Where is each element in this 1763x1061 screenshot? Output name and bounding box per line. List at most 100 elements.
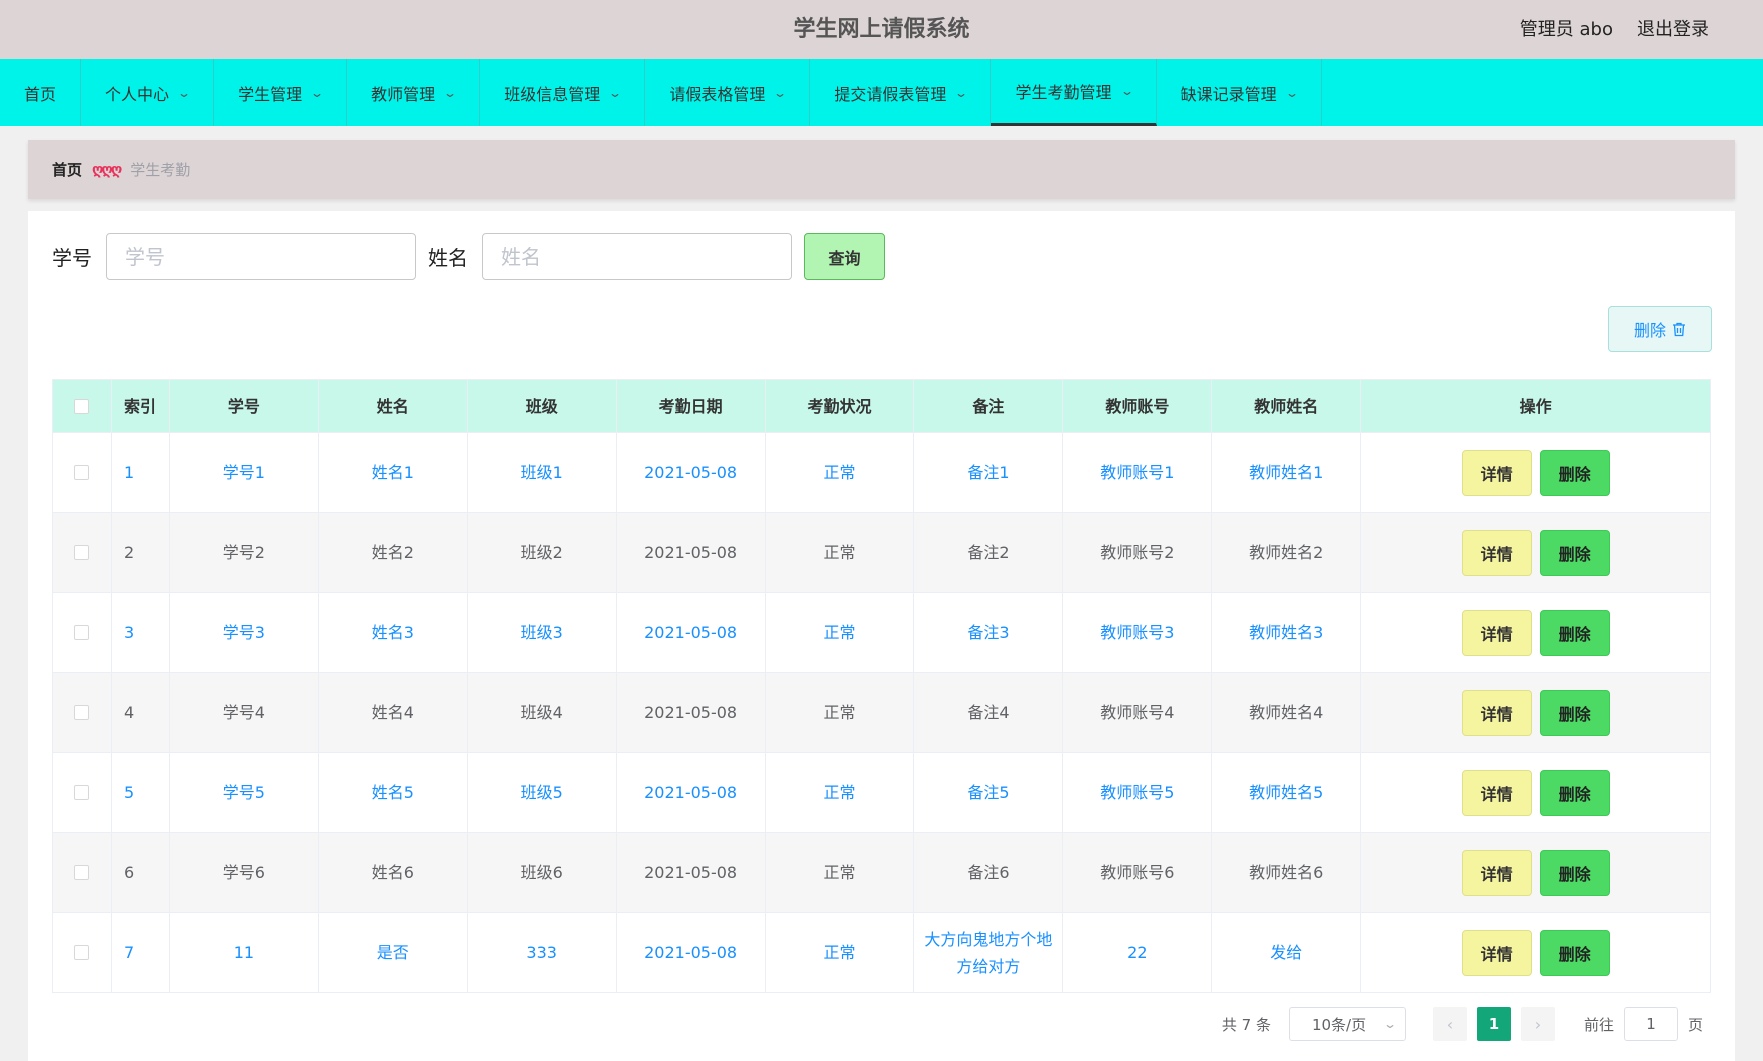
cell-date: 2021-05-08 xyxy=(617,593,766,672)
prev-page-button[interactable]: ‹ xyxy=(1432,1007,1467,1041)
column-header: 索引 xyxy=(112,380,170,432)
row-checkbox[interactable] xyxy=(74,545,90,560)
cell-teacher-account: 教师账号5 xyxy=(1063,753,1213,832)
cell-teacher-account: 22 xyxy=(1063,913,1213,992)
cell-student-no: 学号6 xyxy=(170,833,319,912)
cell-status: 正常 xyxy=(766,753,915,832)
logout-link[interactable]: 退出登录 xyxy=(1637,0,1709,59)
row-delete-button[interactable]: 删除 xyxy=(1539,849,1610,896)
row-actions: 详情 删除 xyxy=(1361,593,1710,672)
row-checkbox[interactable] xyxy=(74,625,90,640)
table-row: 7 11 是否 333 2021-05-08 正常 大方向鬼地方个地方给对方 22 发给 详情 删除 xyxy=(53,912,1710,992)
bulk-delete-button[interactable]: 删除 xyxy=(1608,306,1712,352)
cell-date: 2021-05-08 xyxy=(617,833,766,912)
row-checkbox[interactable] xyxy=(74,865,90,880)
page-number-current[interactable]: 1 xyxy=(1476,1007,1511,1041)
detail-button[interactable]: 详情 xyxy=(1461,609,1532,656)
search-form: 学号 姓名 查询 xyxy=(52,233,885,280)
nav-item-label: 教师管理 xyxy=(371,84,436,104)
breadcrumb-separator: ღღღ xyxy=(92,161,122,178)
cell-teacher-account: 教师账号1 xyxy=(1063,433,1213,512)
table-row: 6 学号6 姓名6 班级6 2021-05-08 正常 备注6 教师账号6 教师姓名6 详情 删除 xyxy=(53,832,1710,912)
detail-button[interactable]: 详情 xyxy=(1461,849,1532,896)
cell-student-no: 学号1 xyxy=(170,433,319,512)
table-body: 1 学号1 姓名1 班级1 2021-05-08 正常 备注1 教师账号1 教师姓名1 详情 删除 2… xyxy=(53,432,1710,992)
top-header: 学生网上请假系统 管理员 abo 退出登录 xyxy=(0,0,1763,59)
nav-item-label: 学生管理 xyxy=(238,84,303,104)
cell-index: 5 xyxy=(112,753,170,832)
row-checkbox[interactable] xyxy=(74,945,90,960)
cell-status: 正常 xyxy=(766,913,915,992)
cell-date: 2021-05-08 xyxy=(617,513,766,592)
row-select-cell xyxy=(53,593,112,672)
row-actions: 详情 删除 xyxy=(1361,513,1710,592)
page-size-select[interactable]: 10条/页 ⌄ xyxy=(1288,1007,1406,1041)
row-delete-button[interactable]: 删除 xyxy=(1539,609,1610,656)
chevron-left-icon: ‹ xyxy=(1446,1014,1454,1034)
row-checkbox[interactable] xyxy=(74,465,90,480)
chevron-down-icon: ⌄ xyxy=(310,85,325,100)
row-select-cell xyxy=(53,673,112,752)
nav-item-4[interactable]: 班级信息管理 ⌄ xyxy=(480,59,646,126)
row-delete-button[interactable]: 删除 xyxy=(1539,929,1610,976)
next-page-button[interactable]: › xyxy=(1520,1007,1555,1041)
cell-note: 备注6 xyxy=(914,833,1064,912)
select-all-cell xyxy=(53,380,112,432)
detail-button[interactable]: 详情 xyxy=(1461,529,1532,576)
nav-item-7[interactable]: 学生考勤管理 ⌄ xyxy=(991,59,1157,126)
table-row: 5 学号5 姓名5 班级5 2021-05-08 正常 备注5 教师账号5 教师姓名5 详情 删除 xyxy=(53,752,1710,832)
cell-class: 班级2 xyxy=(468,513,617,592)
column-header: 班级 xyxy=(468,380,617,432)
nav-item-2[interactable]: 学生管理 ⌄ xyxy=(214,59,348,126)
cell-teacher-name: 教师姓名2 xyxy=(1212,513,1362,592)
detail-button[interactable]: 详情 xyxy=(1461,769,1532,816)
row-checkbox[interactable] xyxy=(74,705,90,720)
cell-student-no: 学号5 xyxy=(170,753,319,832)
current-user: 管理员 abo xyxy=(1519,19,1613,40)
detail-button[interactable]: 详情 xyxy=(1461,449,1532,496)
nav-item-3[interactable]: 教师管理 ⌄ xyxy=(347,59,481,126)
page-size-value: 10条/页 xyxy=(1311,1015,1367,1034)
column-header: 姓名 xyxy=(319,380,468,432)
query-button[interactable]: 查询 xyxy=(804,233,885,280)
cell-index: 1 xyxy=(112,433,170,512)
cell-teacher-account: 教师账号3 xyxy=(1063,593,1213,672)
cell-status: 正常 xyxy=(766,673,915,752)
detail-button[interactable]: 详情 xyxy=(1461,689,1532,736)
student-no-input[interactable] xyxy=(106,233,416,280)
name-input[interactable] xyxy=(482,233,792,280)
bulk-delete-label: 删除 xyxy=(1633,321,1666,340)
nav-item-1[interactable]: 个人中心 ⌄ xyxy=(81,59,215,126)
row-delete-button[interactable]: 删除 xyxy=(1539,529,1610,576)
cell-teacher-name: 发给 xyxy=(1212,913,1362,992)
chevron-down-icon: ⌄ xyxy=(954,85,969,100)
table-row: 4 学号4 姓名4 班级4 2021-05-08 正常 备注4 教师账号4 教师姓名4 详情 删除 xyxy=(53,672,1710,752)
breadcrumb: 首页 ღღღ 学生考勤 xyxy=(28,140,1735,199)
row-delete-button[interactable]: 删除 xyxy=(1539,449,1610,496)
goto-page-input[interactable] xyxy=(1623,1007,1678,1041)
row-delete-button[interactable]: 删除 xyxy=(1539,769,1610,816)
cell-student-no: 学号2 xyxy=(170,513,319,592)
detail-button[interactable]: 详情 xyxy=(1461,929,1532,976)
row-select-cell xyxy=(53,833,112,912)
nav-item-6[interactable]: 提交请假表管理 ⌄ xyxy=(810,59,992,126)
cell-date: 2021-05-08 xyxy=(617,673,766,752)
row-delete-button[interactable]: 删除 xyxy=(1539,689,1610,736)
cell-teacher-account: 教师账号2 xyxy=(1063,513,1213,592)
nav-item-8[interactable]: 缺课记录管理 ⌄ xyxy=(1157,59,1322,126)
nav-item-0[interactable]: 首页 xyxy=(0,59,82,126)
row-actions: 详情 删除 xyxy=(1361,433,1710,512)
cell-index: 7 xyxy=(112,913,170,992)
row-checkbox[interactable] xyxy=(74,785,90,800)
cell-name: 姓名3 xyxy=(319,593,468,672)
nav-item-5[interactable]: 请假表格管理 ⌄ xyxy=(645,59,811,126)
chevron-down-icon: ⌄ xyxy=(1119,84,1134,98)
cell-index: 4 xyxy=(112,673,170,752)
cell-name: 姓名1 xyxy=(319,433,468,512)
breadcrumb-home[interactable]: 首页 xyxy=(52,159,82,180)
cell-name: 姓名5 xyxy=(319,753,468,832)
cell-note: 备注1 xyxy=(914,433,1064,512)
row-select-cell xyxy=(53,913,112,992)
select-all-checkbox[interactable] xyxy=(74,398,90,414)
pagination: 共 7 条 10条/页 ⌄ ‹ 1 › 前往 页 xyxy=(1222,1007,1703,1041)
